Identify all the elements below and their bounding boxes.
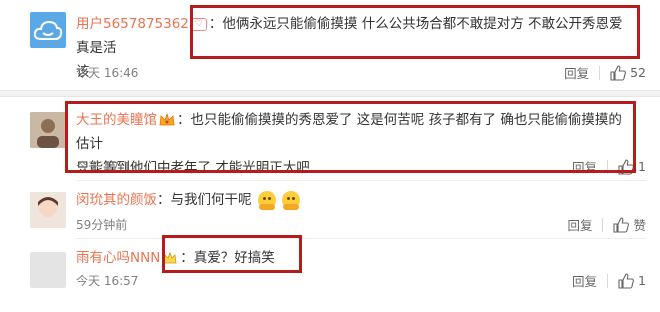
comment-actions: 回复 1 bbox=[572, 271, 646, 290]
comment-username[interactable]: 雨有心吗NNN bbox=[76, 250, 160, 266]
thumbs-up-icon bbox=[613, 216, 630, 233]
emoji-icon bbox=[282, 191, 301, 210]
comment-username[interactable]: 闵玧其的颜饭 bbox=[76, 192, 157, 208]
highlight-box bbox=[190, 5, 640, 59]
comment-time: 今天 16:57 bbox=[76, 274, 139, 288]
comment-actions: 回复 52 bbox=[564, 63, 646, 82]
like-button[interactable]: 52 bbox=[610, 64, 646, 81]
comment-4: 雨有心吗NNN ：真爱？好搞笑 bbox=[76, 246, 636, 270]
emoji-icon bbox=[257, 191, 276, 210]
like-label: 赞 bbox=[633, 218, 646, 233]
avatar[interactable] bbox=[30, 192, 66, 228]
avatar-photo-icon bbox=[30, 112, 66, 148]
avatar[interactable] bbox=[30, 12, 66, 48]
highlight-box bbox=[162, 235, 302, 273]
comment-text: 与我们何干呢 bbox=[170, 192, 252, 208]
like-count: 1 bbox=[638, 159, 646, 174]
thumbs-up-icon bbox=[610, 64, 627, 81]
like-button[interactable]: 赞 bbox=[613, 215, 646, 234]
reply-button[interactable]: 回复 bbox=[567, 215, 592, 234]
comment-actions: 回复 赞 bbox=[567, 215, 646, 234]
avatar[interactable] bbox=[30, 252, 66, 288]
thumbs-up-icon bbox=[618, 272, 634, 289]
divider bbox=[599, 65, 601, 80]
comment-username[interactable]: 用户5657875362 bbox=[76, 16, 189, 32]
reply-button[interactable]: 回复 bbox=[572, 271, 597, 290]
comment-3: 闵玧其的颜饭：与我们何干呢 bbox=[76, 188, 636, 212]
avatar[interactable] bbox=[30, 112, 66, 148]
separator: ： bbox=[157, 192, 171, 208]
like-count: 52 bbox=[630, 65, 646, 80]
avatar-photo-icon bbox=[30, 192, 66, 228]
divider bbox=[602, 217, 604, 232]
highlight-box bbox=[65, 101, 636, 173]
comment-time: 今天 16:46 bbox=[76, 66, 139, 80]
like-button[interactable]: 1 bbox=[618, 272, 646, 289]
comment-time: 59分钟前 bbox=[76, 218, 128, 232]
row-divider bbox=[76, 180, 646, 181]
reply-button[interactable]: 回复 bbox=[564, 63, 589, 82]
like-count: 1 bbox=[638, 273, 646, 288]
divider bbox=[607, 273, 609, 288]
cloud-icon bbox=[33, 20, 63, 40]
